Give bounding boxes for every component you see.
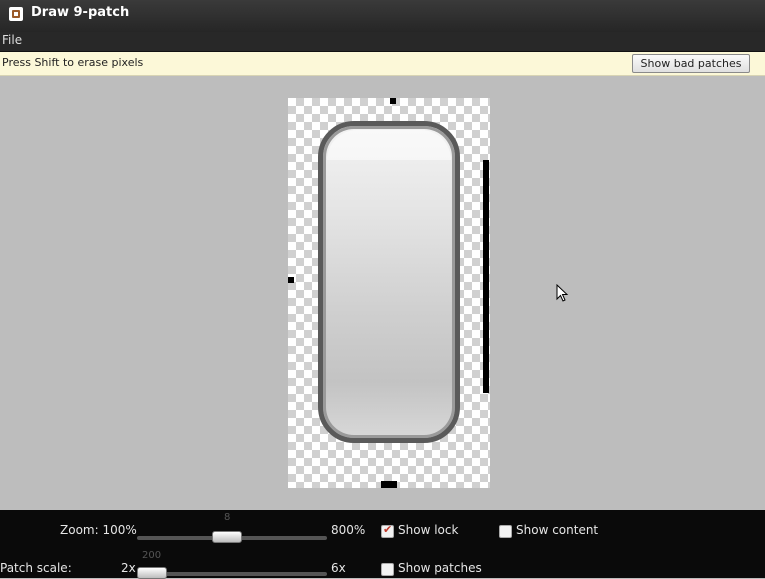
zoom-max-label: 800% bbox=[331, 523, 366, 537]
menu-file[interactable]: File bbox=[2, 33, 22, 47]
window-title: Draw 9-patch bbox=[31, 5, 130, 20]
show-lock-label: Show lock bbox=[398, 523, 459, 537]
hint-text: Press Shift to erase pixels bbox=[2, 56, 144, 69]
show-bad-patches-button[interactable]: Show bad patches bbox=[632, 54, 750, 73]
show-lock-checkbox[interactable]: ✔ bbox=[381, 523, 394, 538]
check-mark-icon: ✔ bbox=[383, 523, 393, 536]
menu-bar: File bbox=[0, 32, 765, 52]
patch-scale-min-label: 2x bbox=[121, 561, 136, 575]
patch-scale-slider-thumb[interactable] bbox=[137, 567, 167, 579]
stretch-patch-top[interactable] bbox=[390, 98, 396, 104]
patch-scale-label: Patch scale: bbox=[0, 561, 72, 575]
show-patches-label: Show patches bbox=[398, 561, 482, 575]
zoom-slider-value: 8 bbox=[224, 512, 231, 523]
editor-canvas[interactable] bbox=[0, 76, 765, 510]
patch-scale-slider-value: 200 bbox=[142, 550, 162, 561]
patch-scale-max-label: 6x bbox=[331, 561, 346, 575]
zoom-label: Zoom: 100% bbox=[60, 523, 137, 537]
nine-patch-image bbox=[318, 121, 460, 443]
show-content-checkbox[interactable] bbox=[499, 525, 512, 538]
mouse-cursor-icon bbox=[556, 284, 569, 302]
content-patch-right[interactable] bbox=[483, 160, 489, 393]
app-icon bbox=[9, 7, 23, 21]
show-content-label: Show content bbox=[516, 523, 599, 537]
stretch-patch-left[interactable] bbox=[288, 277, 294, 283]
zoom-slider-thumb[interactable] bbox=[212, 531, 242, 543]
show-patches-checkbox[interactable] bbox=[381, 563, 394, 576]
hint-bar: Press Shift to erase pixels Show bad pat… bbox=[0, 52, 765, 76]
controls-panel: Zoom: 100% 8 800% ✔ Show lock Show conte… bbox=[0, 510, 765, 579]
content-patch-bottom[interactable] bbox=[381, 481, 397, 488]
title-bar: Draw 9-patch bbox=[0, 0, 765, 32]
